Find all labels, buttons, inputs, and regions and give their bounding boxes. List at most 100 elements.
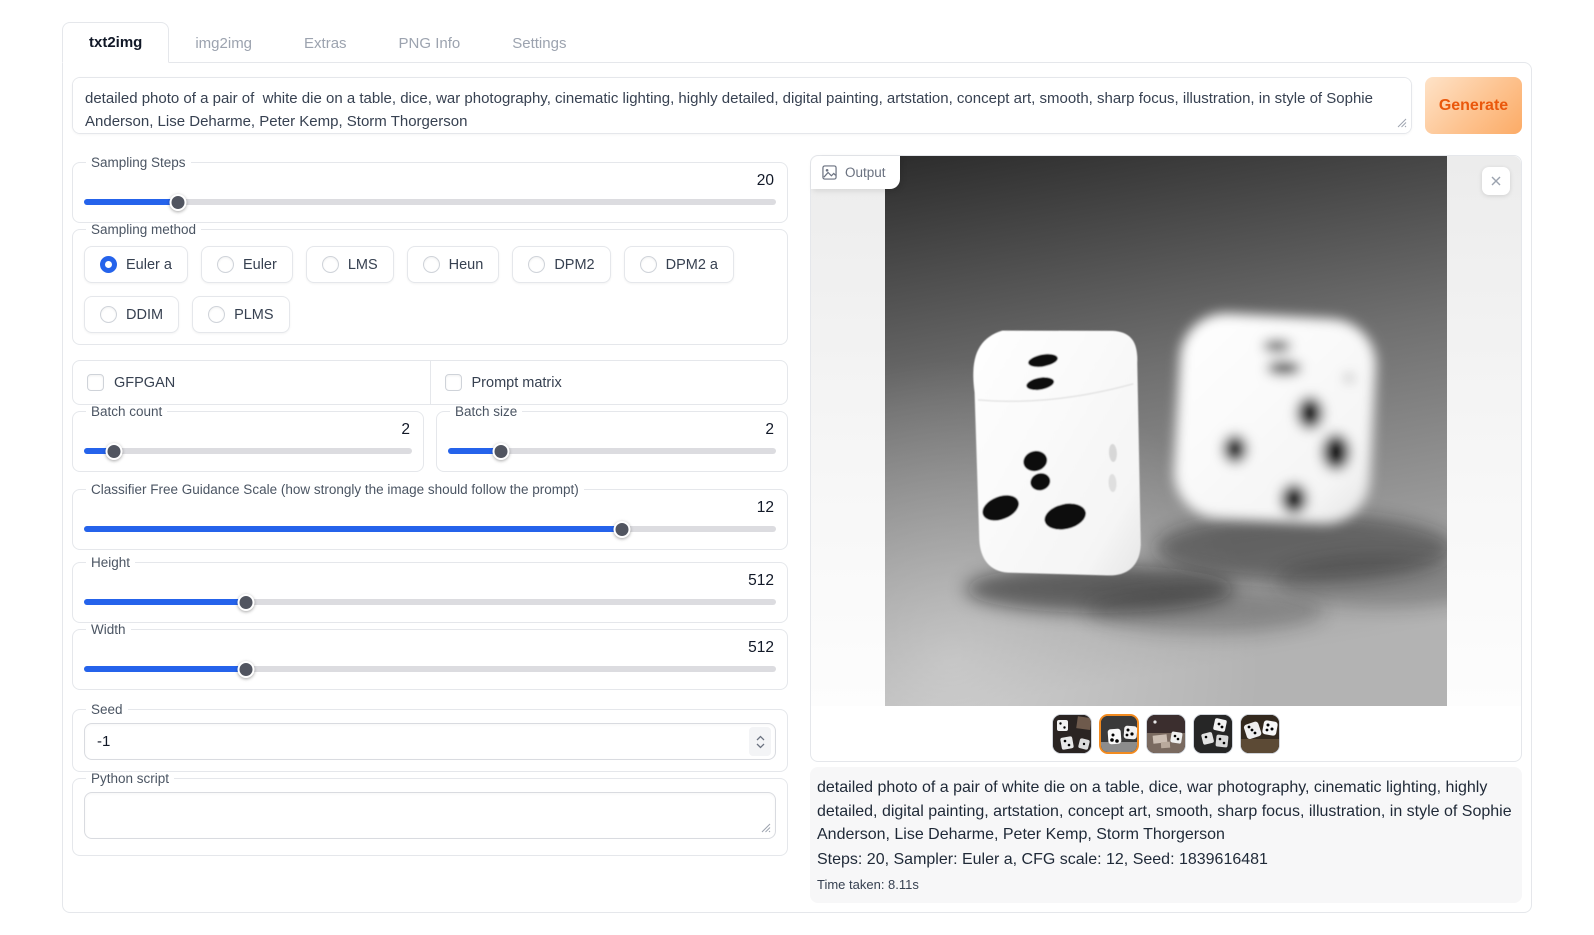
prompt-row: detailed photo of a pair of white die on… xyxy=(72,77,1522,139)
slider-track[interactable] xyxy=(84,199,776,205)
sampling-steps-group: Sampling Steps 20 xyxy=(72,155,788,223)
cfg-scale-slider[interactable] xyxy=(84,520,776,538)
seed-label: Seed xyxy=(86,702,128,717)
txt2img-panel: detailed photo of a pair of white die on… xyxy=(62,62,1532,913)
width-group: Width 512 xyxy=(72,622,788,690)
height-group: Height 512 xyxy=(72,555,788,623)
tab-img2img[interactable]: img2img xyxy=(169,24,278,63)
output-panel-label: Output xyxy=(811,156,900,189)
gfpgan-checkbox[interactable]: GFPGAN xyxy=(73,361,430,404)
slider-handle[interactable] xyxy=(170,194,187,211)
sampling-method-label: Sampling method xyxy=(86,222,201,237)
batch-size-group: Batch size 2 xyxy=(436,404,788,472)
slider-fill xyxy=(84,526,622,532)
width-slider[interactable] xyxy=(84,660,776,678)
prompt-matrix-label: Prompt matrix xyxy=(472,375,562,391)
tab-png-info[interactable]: PNG Info xyxy=(373,24,487,63)
thumbnail-strip xyxy=(811,706,1521,761)
cfg-scale-group: Classifier Free Guidance Scale (how stro… xyxy=(72,482,788,550)
thumbnail-2[interactable] xyxy=(1099,714,1139,754)
slider-track[interactable] xyxy=(84,448,412,454)
number-stepper[interactable] xyxy=(749,727,771,756)
checkbox-icon[interactable] xyxy=(87,374,104,391)
batch-count-label: Batch count xyxy=(86,404,167,419)
image-icon xyxy=(822,165,837,180)
radio-dpm2[interactable]: DPM2 xyxy=(512,246,610,283)
slider-fill xyxy=(84,666,246,672)
radio-dpm2-a[interactable]: DPM2 a xyxy=(624,246,734,283)
radio-icon xyxy=(208,306,225,323)
generated-image[interactable] xyxy=(885,156,1447,706)
radio-icon xyxy=(322,256,339,273)
radio-icon xyxy=(423,256,440,273)
radio-icon xyxy=(217,256,234,273)
batch-count-slider[interactable] xyxy=(84,442,412,460)
slider-handle[interactable] xyxy=(613,521,630,538)
sampling-method-options: Euler a Euler LMS Heun DPM2 DPM2 a DDIM … xyxy=(84,246,776,333)
height-value: 512 xyxy=(84,572,776,593)
seed-group: Seed xyxy=(72,702,788,772)
radio-icon xyxy=(100,256,117,273)
radio-plms[interactable]: PLMS xyxy=(192,296,290,333)
radio-euler-a[interactable]: Euler a xyxy=(84,246,188,283)
sd-webui-app: txt2img img2img Extras PNG Info Settings… xyxy=(62,22,1532,913)
batch-count-group: Batch count 2 xyxy=(72,404,424,472)
prompt-matrix-checkbox[interactable]: Prompt matrix xyxy=(430,361,788,404)
radio-label: Euler xyxy=(243,257,277,273)
checkbox-icon[interactable] xyxy=(445,374,462,391)
batch-size-slider[interactable] xyxy=(448,442,776,460)
sampling-steps-label: Sampling Steps xyxy=(86,155,191,170)
radio-ddim[interactable]: DDIM xyxy=(84,296,179,333)
width-value: 512 xyxy=(84,639,776,660)
tab-txt2img[interactable]: txt2img xyxy=(62,22,169,63)
sampling-steps-value: 20 xyxy=(84,172,776,193)
radio-label: LMS xyxy=(348,257,378,273)
prompt-input[interactable]: detailed photo of a pair of white die on… xyxy=(72,77,1412,134)
radio-label: DPM2 xyxy=(554,257,594,273)
radio-heun[interactable]: Heun xyxy=(407,246,500,283)
slider-fill xyxy=(84,599,246,605)
python-script-group: Python script xyxy=(72,771,788,856)
batch-count-value: 2 xyxy=(84,421,412,442)
caption-generation-params: Steps: 20, Sampler: Euler a, CFG scale: … xyxy=(817,848,1515,872)
seed-input[interactable] xyxy=(85,724,749,759)
radio-label: Heun xyxy=(449,257,484,273)
caption-prompt-text: detailed photo of a pair of white die on… xyxy=(817,776,1515,847)
batch-size-value: 2 xyxy=(448,421,776,442)
cfg-scale-value: 12 xyxy=(84,499,776,520)
thumbnail-3[interactable] xyxy=(1146,714,1186,754)
batch-size-label: Batch size xyxy=(450,404,522,419)
slider-handle[interactable] xyxy=(237,594,254,611)
sampling-method-group: Sampling method Euler a Euler LMS Heun D… xyxy=(72,222,788,345)
chevron-up-icon xyxy=(756,735,765,741)
width-label: Width xyxy=(86,622,131,637)
close-button[interactable] xyxy=(1482,167,1510,195)
tab-settings[interactable]: Settings xyxy=(486,24,592,63)
generate-button[interactable]: Generate xyxy=(1425,77,1522,134)
radio-icon xyxy=(528,256,545,273)
height-slider[interactable] xyxy=(84,593,776,611)
image-preview-area xyxy=(811,156,1521,706)
radio-label: PLMS xyxy=(234,307,274,323)
thumbnail-4[interactable] xyxy=(1193,714,1233,754)
radio-lms[interactable]: LMS xyxy=(306,246,394,283)
radio-label: Euler a xyxy=(126,257,172,273)
radio-label: DDIM xyxy=(126,307,163,323)
python-script-label: Python script xyxy=(86,771,174,786)
tab-extras[interactable]: Extras xyxy=(278,24,373,63)
gfpgan-label: GFPGAN xyxy=(114,375,175,391)
output-column: Output xyxy=(810,155,1522,903)
python-script-input[interactable] xyxy=(84,792,776,839)
height-label: Height xyxy=(86,555,135,570)
slider-handle[interactable] xyxy=(493,443,510,460)
slider-handle[interactable] xyxy=(105,443,122,460)
radio-euler[interactable]: Euler xyxy=(201,246,293,283)
slider-fill xyxy=(84,199,178,205)
thumbnail-5[interactable] xyxy=(1240,714,1280,754)
close-icon xyxy=(1490,175,1502,187)
sampling-steps-slider[interactable] xyxy=(84,193,776,211)
slider-handle[interactable] xyxy=(237,661,254,678)
thumbnail-1[interactable] xyxy=(1052,714,1092,754)
chevron-down-icon xyxy=(756,743,765,749)
caption-time-taken: Time taken: 8.11s xyxy=(817,877,1515,892)
